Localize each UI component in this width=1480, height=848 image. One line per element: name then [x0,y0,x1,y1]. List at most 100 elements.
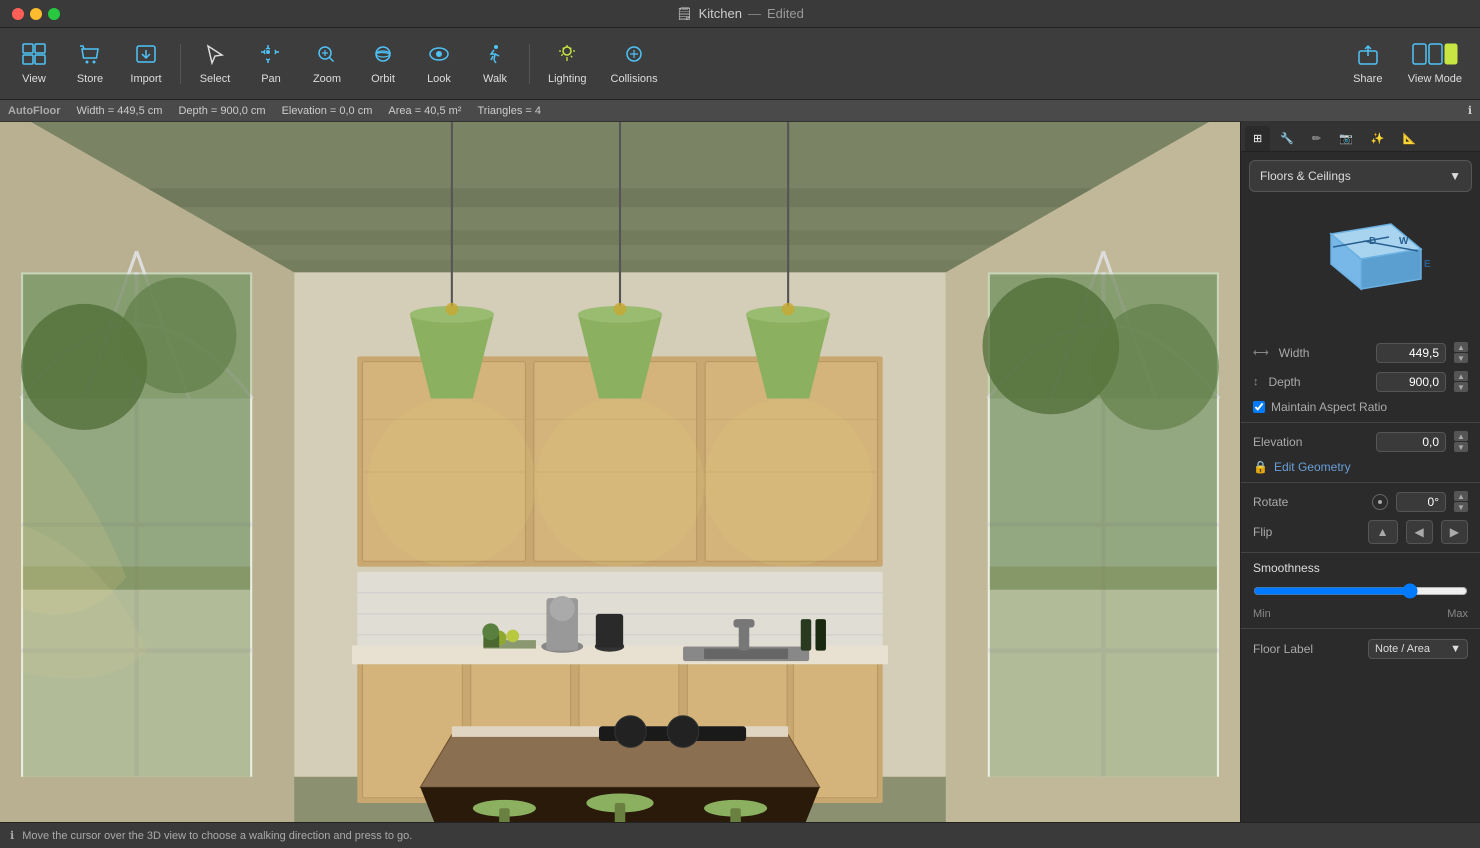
floors-ceilings-dropdown[interactable]: Floors & Ceilings ▼ [1249,160,1472,192]
tab-effects[interactable]: ✨ [1363,126,1393,151]
orbit-label: Orbit [371,73,395,85]
tab-layout[interactable]: 📐 [1395,126,1425,151]
rotate-handle[interactable] [1372,494,1388,510]
width-up[interactable]: ▲ [1454,342,1468,352]
share-icon [1356,43,1380,69]
smoothness-label-row: Smoothness [1241,557,1480,579]
toolbar-walk[interactable]: Walk [469,37,521,91]
rotate-value[interactable]: 0° [1396,492,1446,512]
traffic-lights [12,8,60,20]
depth-row: ↕ Depth 900,0 ▲ ▼ [1241,367,1480,396]
floor-label-value: Note / Area [1375,643,1430,655]
width-value[interactable]: 449,5 [1376,343,1446,363]
toolbar-view[interactable]: View [8,37,60,91]
store-icon [78,43,102,69]
toolbar-select[interactable]: Select [189,37,241,91]
walk-label: Walk [483,73,507,85]
viewmode-label: View Mode [1408,73,1462,85]
toolbar-import[interactable]: Import [120,37,172,91]
toolbar-lighting[interactable]: Lighting [538,37,597,91]
status-depth: Depth = 900,0 cm [178,105,265,117]
depth-label: Depth [1269,375,1369,389]
tab-properties[interactable]: ⊞ [1245,126,1270,151]
floor-label-row: Floor Label Note / Area ▼ [1241,633,1480,665]
collisions-icon [622,43,646,69]
lighting-label: Lighting [548,73,587,85]
smoothness-min: Min [1253,608,1271,620]
zoom-label: Zoom [313,73,341,85]
viewport[interactable] [0,122,1240,822]
elevation-up[interactable]: ▲ [1454,431,1468,441]
floor-label: AutoFloor [8,105,61,117]
elevation-stepper[interactable]: ▲ ▼ [1454,431,1468,452]
title-subtitle: Edited [767,6,804,21]
flip-btn-left[interactable]: ◀ [1406,520,1433,544]
tab-camera[interactable]: 📷 [1331,126,1361,151]
width-stepper[interactable]: ▲ ▼ [1454,342,1468,363]
floor-label-dropdown[interactable]: Note / Area ▼ [1368,639,1468,659]
viewmode-icon [1412,43,1458,69]
toolbar-share[interactable]: Share [1342,37,1394,91]
edit-geometry-label: Edit Geometry [1274,460,1351,474]
titlebar: 🗒 Kitchen — Edited [0,0,1480,28]
status-elevation: Elevation = 0,0 cm [282,105,373,117]
toolbar-zoom[interactable]: Zoom [301,37,353,91]
layout-tab-icon: 📐 [1403,133,1417,145]
flip-btn-right[interactable]: ▶ [1441,520,1468,544]
floor-label-text: Floor Label [1253,642,1360,656]
depth-icon: ↕ [1253,376,1259,388]
width-row: ⟷ Width 449,5 ▲ ▼ [1241,338,1480,367]
elevation-down[interactable]: ▼ [1454,442,1468,452]
import-icon [134,43,158,69]
depth-stepper[interactable]: ▲ ▼ [1454,371,1468,392]
window-title: 🗒 Kitchen — Edited [676,6,804,22]
pan-label: Pan [261,73,281,85]
flip-row: Flip ▲ ◀ ▶ [1241,516,1480,548]
toolbar-viewmode[interactable]: View Mode [1398,37,1472,91]
width-icon: ⟷ [1253,346,1269,359]
width-down[interactable]: ▼ [1454,353,1468,363]
depth-up[interactable]: ▲ [1454,371,1468,381]
svg-text:E: E [1424,259,1431,270]
tab-tools[interactable]: 🔧 [1272,126,1302,151]
rotate-down[interactable]: ▼ [1454,502,1468,512]
title-name: Kitchen [699,6,742,21]
import-label: Import [130,73,161,85]
rotate-row: Rotate 0° ▲ ▼ [1241,487,1480,516]
close-button[interactable] [12,8,24,20]
dropdown-arrow: ▼ [1449,169,1461,183]
flip-btn-up[interactable]: ▲ [1368,520,1398,544]
3d-preview: D W E [1249,204,1472,334]
maintain-aspect-row: Maintain Aspect Ratio [1241,396,1480,418]
toolbar-orbit[interactable]: Orbit [357,37,409,91]
look-label: Look [427,73,451,85]
edit-geometry-row[interactable]: 🔒 Edit Geometry [1241,456,1480,478]
tab-paint[interactable]: ✏ [1304,126,1329,151]
toolbar-sep-1 [180,44,181,84]
store-label: Store [77,73,103,85]
maximize-button[interactable] [48,8,60,20]
status-triangles: Triangles = 4 [477,105,541,117]
toolbar-look[interactable]: Look [413,37,465,91]
smoothness-slider[interactable] [1253,583,1468,599]
view-label: View [22,73,46,85]
status-area: Area = 40,5 m² [388,105,461,117]
width-label: Width [1279,346,1368,360]
effects-tab-icon: ✨ [1371,133,1385,145]
depth-value[interactable]: 900,0 [1376,372,1446,392]
elevation-value[interactable]: 0,0 [1376,432,1446,452]
toolbar-pan[interactable]: Pan [245,37,297,91]
rotate-dot [1378,500,1382,504]
maintain-aspect-checkbox[interactable] [1253,401,1265,413]
dropdown-value: Floors & Ceilings [1260,169,1351,183]
toolbar-collisions[interactable]: Collisions [601,37,668,91]
walk-icon [483,43,507,69]
rotate-stepper[interactable]: ▲ ▼ [1454,491,1468,512]
toolbar-store[interactable]: Store [64,37,116,91]
orbit-icon [371,43,395,69]
paint-tab-icon: ✏ [1312,133,1321,145]
elevation-label: Elevation [1253,435,1368,449]
minimize-button[interactable] [30,8,42,20]
depth-down[interactable]: ▼ [1454,382,1468,392]
rotate-up[interactable]: ▲ [1454,491,1468,501]
